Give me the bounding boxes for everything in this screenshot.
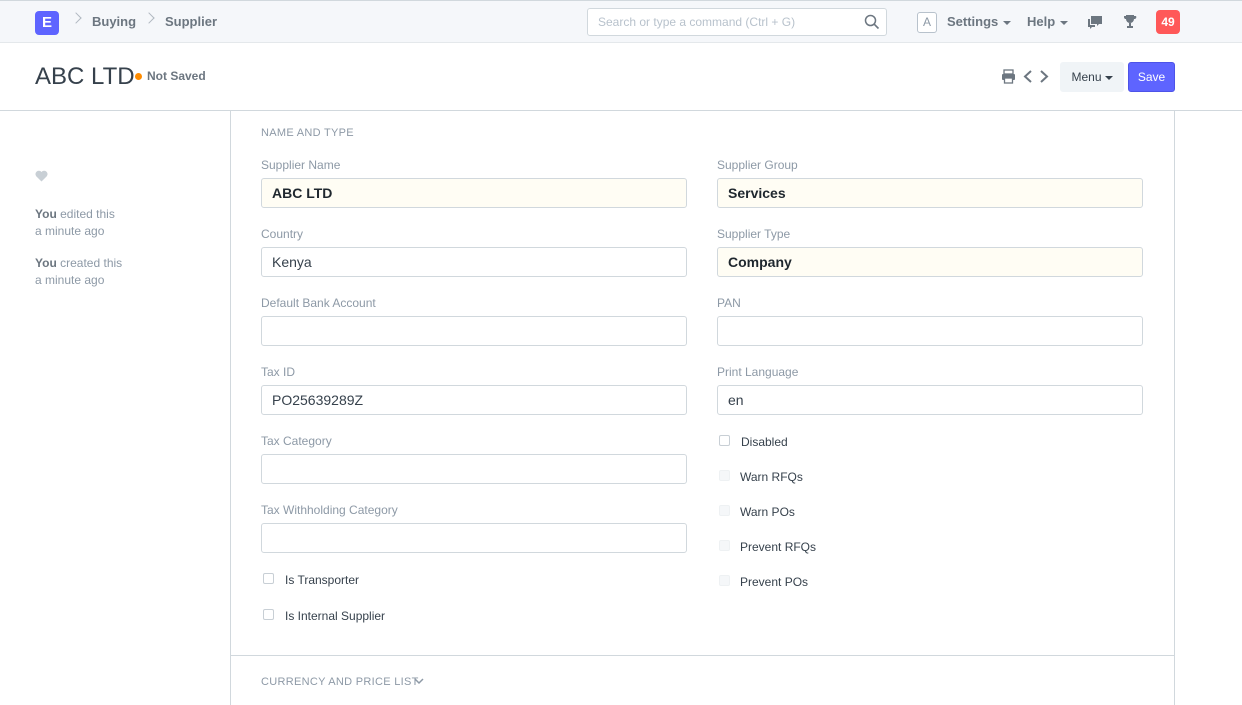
chevron-right-icon [143,12,155,24]
chevron-down-icon[interactable] [414,677,424,685]
timeline-action: created this [60,256,123,270]
search-input[interactable] [598,15,848,29]
page-head: ABC LTD Not Saved Menu Save [0,43,1242,111]
navbar: E Buying Supplier A Settings Help 49 [0,0,1242,43]
supplier-group-field[interactable]: Services [717,178,1143,208]
print-language-label: Print Language [717,365,799,379]
country-field[interactable]: Kenya [261,247,687,277]
disabled-checkbox[interactable] [719,435,730,446]
prevent-pos-label: Prevent POs [740,575,809,589]
prevent-rfqs-checkbox[interactable] [719,540,730,551]
help-dropdown[interactable]: Help [1027,14,1069,29]
tax-withholding-category-label: Tax Withholding Category [261,503,398,517]
save-button[interactable]: Save [1128,62,1175,92]
app-logo[interactable]: E [35,11,59,35]
search-box [587,8,887,36]
supplier-type-field[interactable]: Company [717,247,1143,277]
chevron-right-icon[interactable] [1038,69,1050,84]
section-divider [231,655,1174,656]
page-title: ABC LTD [35,63,135,90]
country-label: Country [261,227,304,241]
search-icon[interactable] [864,14,880,30]
default-bank-account-field[interactable] [261,316,687,346]
warn-rfqs-label: Warn RFQs [740,470,803,484]
caret-down-icon [1060,20,1069,25]
help-label: Help [1027,14,1056,29]
notification-badge[interactable]: 49 [1156,10,1180,34]
pan-field[interactable] [717,316,1143,346]
menu-label: Menu [1071,70,1102,84]
is-transporter-label: Is Transporter [285,573,360,587]
supplier-name-field[interactable]: ABC LTD [261,178,687,208]
heart-icon[interactable] [35,170,48,182]
is-internal-supplier-label: Is Internal Supplier [285,609,386,623]
supplier-type-label: Supplier Type [717,227,791,241]
breadcrumb-buying[interactable]: Buying [92,14,136,29]
chat-icon[interactable] [1086,13,1104,31]
settings-label: Settings [947,14,999,29]
tax-withholding-category-field[interactable] [261,523,687,553]
caret-down-icon [1003,20,1012,25]
tax-id-field[interactable]: PO25639289Z [261,385,687,415]
timeline-user[interactable]: You [35,207,57,221]
chevron-left-icon[interactable] [1022,69,1034,84]
avatar[interactable]: A [917,12,937,33]
timeline-item: You created this a minute ago [35,255,122,289]
is-internal-supplier-checkbox[interactable] [263,609,274,620]
tax-id-label: Tax ID [261,365,296,379]
breadcrumb-supplier[interactable]: Supplier [165,14,217,29]
status-badge: Not Saved [147,69,206,83]
pan-label: PAN [717,296,741,310]
warn-pos-label: Warn POs [740,505,795,519]
chevron-right-icon [70,12,82,24]
print-language-field[interactable]: en [717,385,1143,415]
warn-rfqs-checkbox[interactable] [719,470,730,481]
timeline-action: edited this [60,207,115,221]
menu-button[interactable]: Menu [1060,62,1124,92]
supplier-group-label: Supplier Group [717,158,798,172]
print-icon[interactable] [1001,69,1016,84]
settings-dropdown[interactable]: Settings [947,14,1012,29]
prevent-pos-checkbox[interactable] [719,575,730,586]
section-heading-name-and-type: NAME AND TYPE [261,127,354,139]
timeline-time: a minute ago [35,273,105,287]
section-heading-currency-and-price-list[interactable]: CURRENCY AND PRICE LIST [261,676,419,688]
is-transporter-checkbox[interactable] [263,573,274,584]
tax-category-label: Tax Category [261,434,332,448]
warn-pos-checkbox[interactable] [719,505,730,516]
default-bank-account-label: Default Bank Account [261,296,376,310]
trophy-icon[interactable] [1121,13,1139,31]
prevent-rfqs-label: Prevent RFQs [740,540,817,554]
timeline-time: a minute ago [35,224,105,238]
supplier-name-label: Supplier Name [261,158,341,172]
tax-category-field[interactable] [261,454,687,484]
caret-down-icon [1104,75,1113,80]
timeline-item: You edited this a minute ago [35,206,115,240]
timeline-user[interactable]: You [35,256,57,270]
status-indicator-dot [135,73,142,80]
disabled-label: Disabled [741,435,788,449]
